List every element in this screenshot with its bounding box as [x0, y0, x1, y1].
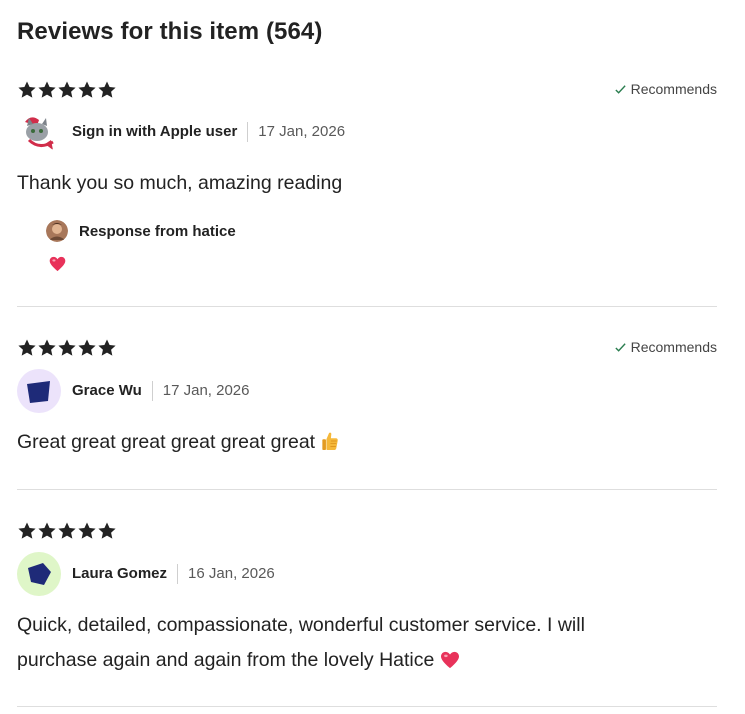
review-text: Thank you so much, amazing reading [17, 172, 343, 194]
reviewer-name[interactable]: Laura Gomez [72, 564, 179, 584]
star-icon [37, 521, 57, 541]
reviewer-name[interactable]: Grace Wu [72, 381, 153, 401]
recommends-badge: Recommends [614, 339, 717, 355]
reviewer-info: Sign in with Apple user 17 Jan, 2026 [17, 110, 345, 154]
recommends-label: Recommends [630, 81, 717, 97]
review-date: 16 Jan, 2026 [188, 565, 275, 582]
review-text-line: Quick, detailed, compassionate, wonderfu… [17, 614, 585, 636]
review-text-line: purchase again and again from the lovely… [17, 649, 435, 671]
review-date: 17 Jan, 2026 [258, 123, 346, 140]
review-text: Great great great great great great [17, 425, 707, 460]
star-icon [97, 80, 117, 100]
seller-avatar [46, 220, 68, 242]
page-title: Reviews for this item (564) [17, 18, 323, 45]
review-date: 17 Jan, 2026 [162, 382, 250, 399]
cat-avatar-icon[interactable] [17, 110, 61, 154]
review-item: Laura Gomez 16 Jan, 2026 Quick, detailed… [17, 519, 717, 689]
star-icon [17, 80, 37, 100]
geometric-shape-avatar-icon[interactable] [17, 369, 61, 413]
seller-response-label: Response from hatice [79, 222, 236, 240]
star-icon [17, 338, 37, 358]
recommends-badge: Recommends [614, 81, 717, 97]
star-icon [57, 338, 77, 358]
star-icon [37, 80, 57, 100]
review-item: Recommends Grace Wu 17 Jan, 2026 Great g… [17, 336, 717, 466]
heart-emoji-icon [440, 646, 460, 681]
reviewer-name[interactable]: Sign in with Apple user [72, 122, 249, 142]
review-item: Recommends Sign in with Apple user 17 Ja… [17, 78, 717, 298]
star-icon [57, 521, 77, 541]
review-divider [17, 489, 717, 490]
seller-response-header: Response from hatice [46, 220, 236, 242]
recommends-label: Recommends [630, 339, 717, 355]
check-icon [614, 83, 627, 96]
heart-emoji-icon [49, 256, 66, 272]
reviewer-info: Laura Gomez 16 Jan, 2026 [17, 552, 275, 596]
star-icon [77, 338, 97, 358]
star-icon [37, 338, 57, 358]
star-rating [17, 338, 117, 358]
thumbs-up-emoji-icon [321, 431, 339, 451]
reviewer-info: Grace Wu 17 Jan, 2026 [17, 369, 250, 413]
star-rating [17, 80, 117, 100]
star-rating [17, 521, 117, 541]
star-icon [17, 521, 37, 541]
check-icon [614, 341, 627, 354]
star-icon [77, 521, 97, 541]
review-divider [17, 306, 717, 307]
review-divider [17, 706, 717, 707]
star-icon [97, 338, 117, 358]
star-icon [77, 80, 97, 100]
star-icon [57, 80, 77, 100]
geometric-shape-avatar-icon[interactable] [17, 552, 61, 596]
review-text: Quick, detailed, compassionate, wonderfu… [17, 608, 707, 681]
review-text-line-2: purchase again and again from the lovely… [17, 643, 707, 681]
star-icon [97, 521, 117, 541]
review-text-content: Great great great great great great [17, 431, 316, 453]
